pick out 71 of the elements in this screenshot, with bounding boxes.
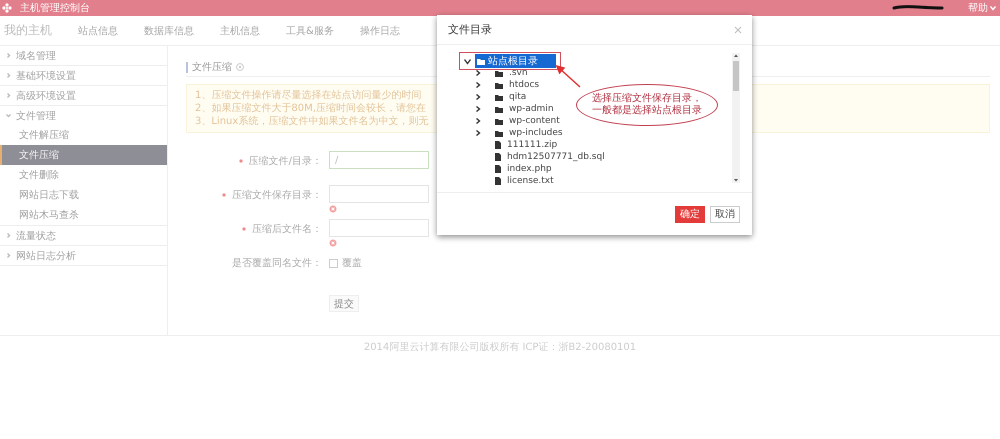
- sidebar-item[interactable]: 文件压缩: [0, 145, 167, 165]
- caret-right-icon: [6, 53, 11, 58]
- callout-text: 一般都是选择站点根目录: [592, 105, 702, 117]
- required-icon: [242, 227, 246, 231]
- tree-item[interactable]: hdm12507771_db.sql: [505, 152, 607, 162]
- scroll-up-icon: [733, 53, 739, 58]
- required-icon: [238, 159, 243, 163]
- tree-item[interactable]: wp-content: [507, 116, 562, 126]
- checkbox[interactable]: [329, 258, 338, 268]
- notice-line: 2、如果压缩文件大于80M,压缩时间会较长，请您在: [195, 102, 426, 115]
- scroll-down-icon: [733, 178, 739, 183]
- sidebar-item[interactable]: 文件删除: [0, 165, 167, 185]
- tree-item[interactable]: index.php: [505, 164, 554, 174]
- error-icon: [329, 239, 337, 247]
- redaction-mark: [892, 5, 944, 11]
- tree-item[interactable]: htdocs: [507, 80, 542, 90]
- annotation-arrow: [555, 64, 581, 88]
- brand-title: 我的主机: [4, 22, 52, 39]
- sidebar-group[interactable]: 域名管理: [0, 46, 167, 66]
- field-label: 压缩文件保存目录：: [232, 188, 322, 202]
- sidebar-group[interactable]: 高级环境设置: [0, 86, 167, 106]
- folder-icon: [477, 58, 485, 64]
- dialog-title: 文件目录: [448, 22, 492, 37]
- error-icon: [329, 205, 337, 213]
- sidebar-group[interactable]: 流量状态: [0, 226, 167, 246]
- tree-item[interactable]: qita: [507, 92, 528, 102]
- submit-button[interactable]: 提交: [329, 295, 359, 312]
- help-icon: [236, 63, 244, 71]
- tree-item[interactable]: 111111.zip: [505, 140, 560, 150]
- caret-icon: [990, 5, 996, 11]
- tree-item[interactable]: .svn: [507, 68, 530, 78]
- logo-icon: [2, 3, 12, 13]
- field-label: 压缩后文件名：: [252, 222, 322, 236]
- input-field[interactable]: [329, 185, 429, 203]
- caret-right-icon: [6, 233, 11, 238]
- close-button[interactable]: [734, 26, 742, 34]
- input-field[interactable]: [329, 219, 429, 237]
- tree-item[interactable]: license.txt: [505, 176, 556, 186]
- field-label: 是否覆盖同名文件：: [232, 256, 322, 270]
- notice-line: 1、压缩文件操作请尽量选择在站点访问量少的时间: [195, 89, 422, 102]
- caret-right-icon: [6, 93, 11, 98]
- checkbox-label: 覆盖: [342, 256, 362, 270]
- nav-link[interactable]: 站点信息: [78, 24, 118, 38]
- tree-item[interactable]: wp-includes: [507, 128, 565, 138]
- nav-link[interactable]: 数据库信息: [144, 24, 194, 38]
- tree-item[interactable]: wp-admin: [507, 104, 556, 114]
- notice-line: 3、Linux系统，压缩文件中如果文件名为中文，则无: [195, 115, 428, 128]
- caret-right-icon: [6, 73, 11, 78]
- sidebar-group[interactable]: 文件管理: [0, 106, 167, 125]
- caret-down-icon: [6, 113, 11, 118]
- confirm-button[interactable]: 确定: [675, 206, 705, 222]
- sidebar-group[interactable]: 网站日志分析: [0, 246, 167, 266]
- sidebar-item[interactable]: 文件解压缩: [0, 125, 167, 145]
- cancel-button[interactable]: 取消: [710, 206, 740, 222]
- section-title: 文件压缩: [192, 60, 232, 74]
- nav-link[interactable]: 主机信息: [220, 24, 260, 38]
- field-label: 压缩文件/目录：: [248, 154, 322, 168]
- help-menu[interactable]: 帮助: [968, 1, 996, 15]
- close-icon: [734, 26, 742, 34]
- tree-item[interactable]: 站点根目录: [475, 54, 556, 68]
- input-field[interactable]: /: [329, 151, 429, 169]
- nav-link[interactable]: 工具&服务: [286, 24, 334, 38]
- nav-link[interactable]: 操作日志: [360, 24, 400, 38]
- sidebar-group[interactable]: 基础环境设置: [0, 66, 167, 86]
- scrollbar[interactable]: [732, 53, 740, 183]
- callout-text: 选择压缩文件保存目录，: [592, 93, 702, 104]
- sidebar-item[interactable]: 网站木马查杀: [0, 205, 167, 225]
- app-title: 主机管理控制台: [20, 2, 90, 15]
- required-icon: [222, 193, 226, 197]
- caret-right-icon: [6, 253, 11, 258]
- sidebar-item[interactable]: 网站日志下载: [0, 185, 167, 205]
